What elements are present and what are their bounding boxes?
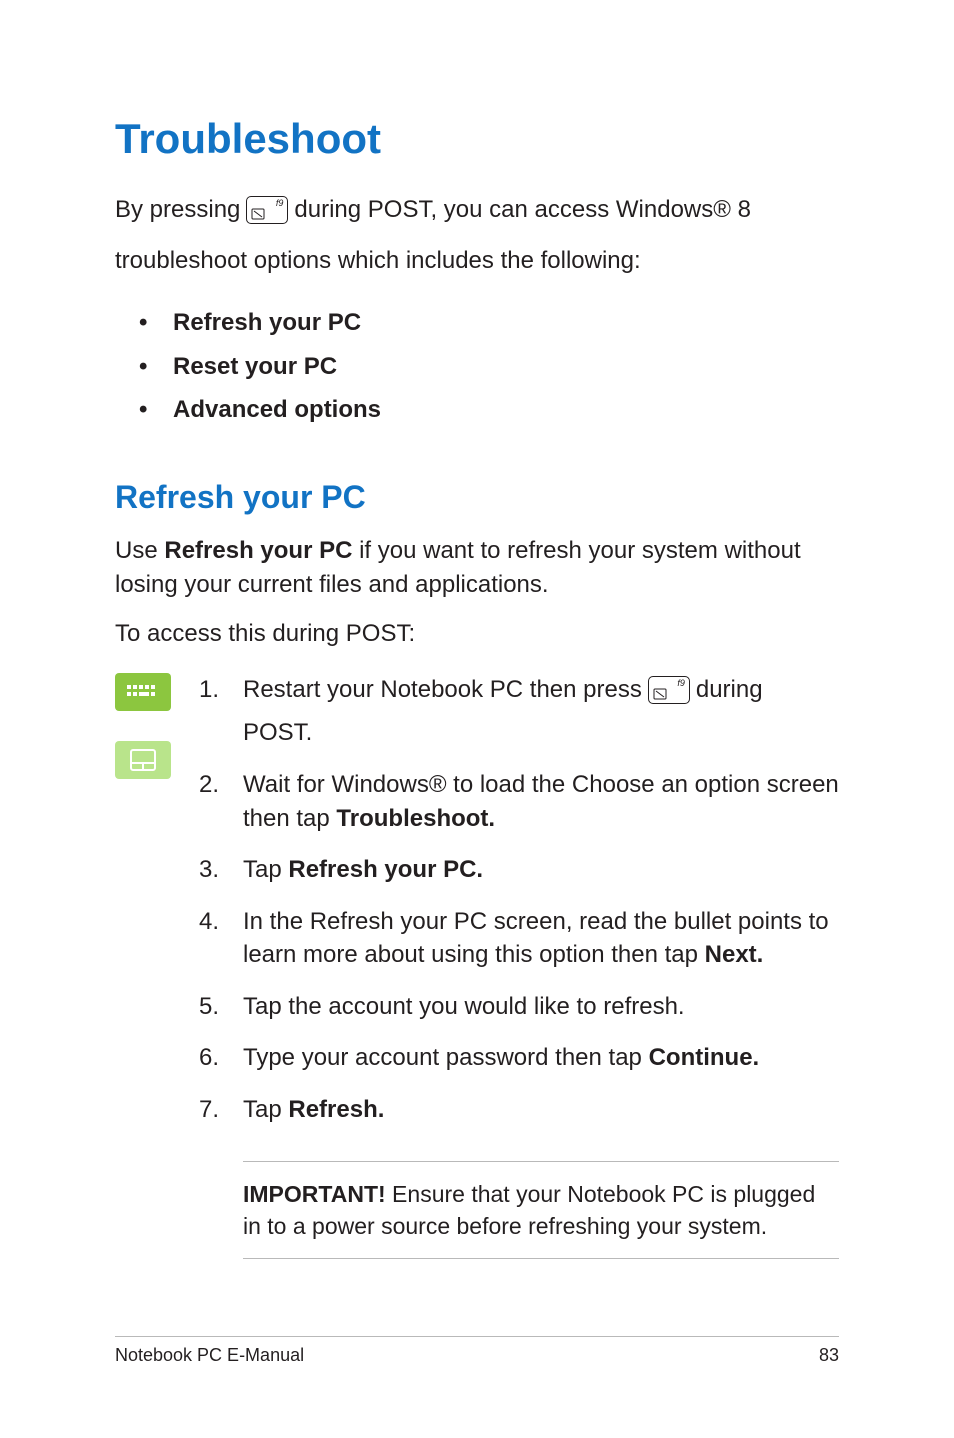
step-item: In the Refresh your PC screen, read the … — [199, 905, 839, 972]
page-heading: Troubleshoot — [115, 115, 839, 163]
bullet-item: Advanced options — [139, 388, 839, 431]
step-bold: Continue. — [649, 1044, 760, 1071]
steps-list: Restart your Notebook PC then press f9 d… — [199, 673, 839, 1145]
page-number: 83 — [819, 1345, 839, 1366]
key-label: f9 — [677, 679, 685, 688]
step-icons-column — [115, 673, 171, 1145]
step-text: Type your account password then tap — [243, 1044, 649, 1071]
section-paragraph: Use Refresh your PC if you want to refre… — [115, 534, 839, 601]
step-item: Wait for Windows® to load the Choose an … — [199, 768, 839, 835]
step-bold: Troubleshoot. — [336, 805, 495, 832]
step-item: Restart your Notebook PC then press f9 d… — [199, 673, 839, 750]
bullet-item: Refresh your PC — [139, 301, 839, 344]
step-text: Tap — [243, 856, 288, 883]
key-label: f9 — [276, 199, 284, 208]
para-bold: Refresh your PC — [164, 537, 352, 564]
recovery-glyph-icon — [653, 688, 667, 700]
important-callout: IMPORTANT! Ensure that your Notebook PC … — [243, 1161, 839, 1259]
step-bold: Next. — [705, 941, 764, 968]
bullet-item: Reset your PC — [139, 345, 839, 388]
step-text: Wait for Windows® to load the Choose an … — [243, 771, 839, 832]
touchpad-icon — [115, 741, 171, 779]
step-item: Tap the account you would like to refres… — [199, 990, 839, 1024]
callout-label: IMPORTANT! — [243, 1181, 386, 1207]
para-pre: Use — [115, 537, 164, 564]
recovery-glyph-icon — [251, 208, 265, 220]
intro-suffix: during POST, you can access Windows® 8 — [294, 191, 751, 228]
step-text: Tap the account you would like to refres… — [243, 993, 685, 1020]
intro-prefix: By pressing — [115, 191, 240, 228]
section-lead: To access this during POST: — [115, 617, 839, 651]
footer-title: Notebook PC E-Manual — [115, 1345, 304, 1366]
step-bold: Refresh. — [288, 1096, 384, 1123]
step-item: Tap Refresh your PC. — [199, 853, 839, 887]
step-text: Tap — [243, 1096, 288, 1123]
step-text: Restart your Notebook PC then press — [243, 673, 642, 707]
keyboard-icon — [115, 673, 171, 711]
f9-key-icon: f9 — [648, 676, 690, 704]
f9-key-icon: f9 — [246, 196, 288, 224]
intro-line-2: troubleshoot options which includes the … — [115, 242, 839, 279]
page-footer: Notebook PC E-Manual 83 — [115, 1336, 839, 1366]
step-text: during — [696, 673, 763, 707]
step-text-line2: POST. — [243, 716, 839, 750]
intro-line-1: By pressing f9 during POST, you can acce… — [115, 191, 839, 228]
step-item: Type your account password then tap Cont… — [199, 1041, 839, 1075]
options-bullet-list: Refresh your PC Reset your PC Advanced o… — [139, 301, 839, 431]
section-heading: Refresh your PC — [115, 479, 839, 516]
step-bold: Refresh your PC. — [288, 856, 483, 883]
step-item: Tap Refresh. — [199, 1093, 839, 1127]
